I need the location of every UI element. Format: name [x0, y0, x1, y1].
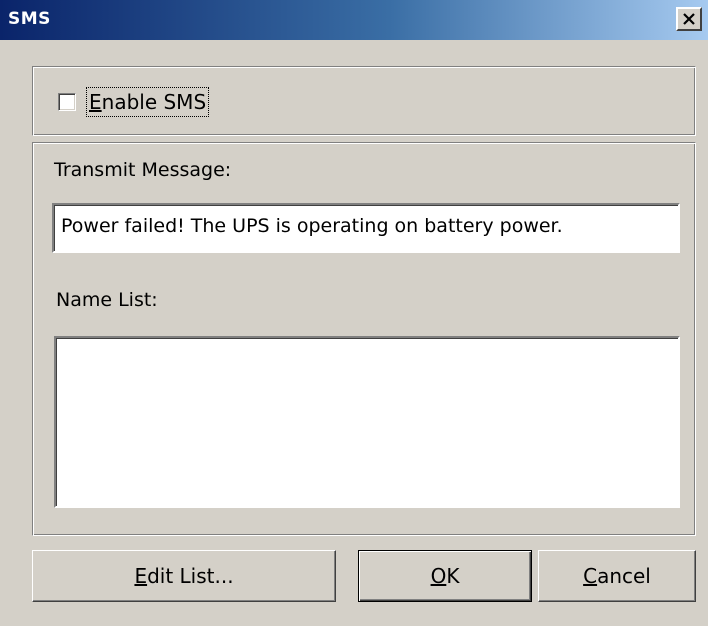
enable-sms-checkbox[interactable]: [58, 93, 76, 111]
edit-list-button[interactable]: Edit List...: [32, 550, 336, 602]
close-icon: [683, 13, 695, 25]
sms-dialog: SMS Enable SMS Transmit Message: Power f…: [0, 0, 708, 626]
enable-sms-accel: E: [89, 90, 102, 114]
cancel-label-rest: ancel: [597, 564, 651, 588]
title-bar: SMS: [0, 0, 708, 40]
ok-label-rest: K: [446, 564, 460, 588]
edit-list-label-rest: dit List...: [147, 564, 234, 588]
enable-sms-label[interactable]: Enable SMS: [86, 87, 210, 117]
transmit-message-field[interactable]: Power failed! The UPS is operating on ba…: [52, 203, 680, 253]
cancel-button[interactable]: Cancel: [538, 550, 696, 602]
transmit-message-label: Transmit Message:: [54, 159, 232, 181]
name-list-label: Name List:: [56, 289, 158, 311]
ok-accel: O: [430, 564, 447, 588]
cancel-accel: C: [583, 564, 598, 588]
window-title: SMS: [8, 9, 51, 29]
edit-list-accel: E: [134, 564, 148, 588]
ok-button[interactable]: OK: [358, 550, 532, 602]
close-button[interactable]: [676, 7, 702, 31]
name-list-box[interactable]: [54, 336, 680, 508]
enable-sms-label-rest: nable SMS: [101, 90, 207, 114]
